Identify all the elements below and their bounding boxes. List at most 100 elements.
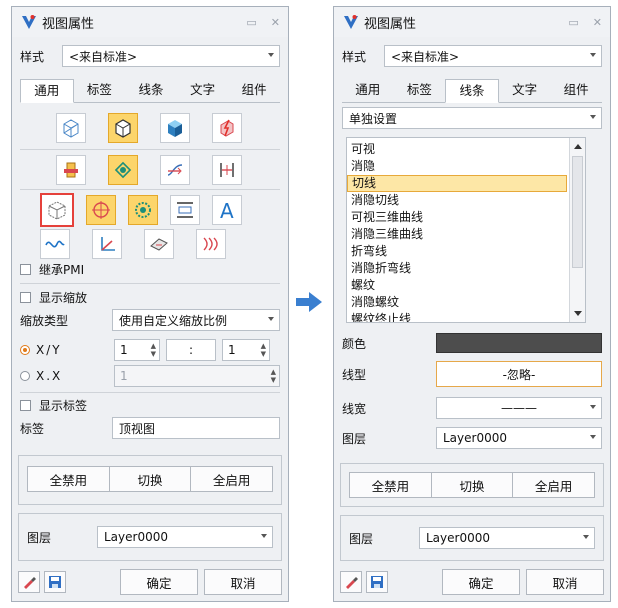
chevron-down-icon <box>261 534 267 538</box>
scroll-up-icon[interactable] <box>574 144 582 149</box>
linewidth-value: ——— <box>501 401 537 415</box>
spin-arrows-icon: ▲ ▼ <box>150 342 156 358</box>
chevron-down-icon <box>268 317 274 321</box>
show-scale-row: 显示缩放 <box>20 289 280 306</box>
cancel-button[interactable]: 取消 <box>526 569 604 595</box>
list-scrollbar[interactable] <box>569 138 585 322</box>
style-select-value: <来自标准> <box>69 49 138 64</box>
view-target-icon[interactable] <box>86 195 116 225</box>
style-select[interactable]: <来自标准> <box>384 45 602 67</box>
line-type-item[interactable]: 消隐折弯线 <box>347 260 567 277</box>
xy-radio[interactable] <box>20 345 30 355</box>
style-row: 样式 <来自标准> <box>20 45 280 67</box>
chevron-down-icon <box>590 115 596 119</box>
show-label-checkbox[interactable] <box>20 400 31 411</box>
layer-select[interactable]: Layer0000 <box>436 427 602 449</box>
layer2-select[interactable]: Layer0000 <box>419 527 595 549</box>
line-type-item[interactable]: 切线 <box>347 175 567 192</box>
scroll-down-icon[interactable] <box>574 311 582 316</box>
color-swatch[interactable] <box>436 333 602 353</box>
view-axis-icon[interactable] <box>92 229 122 259</box>
color-label: 颜色 <box>342 336 367 351</box>
view-dimension-icon[interactable] <box>212 155 242 185</box>
tab-strip: 通用 标签 线条 文字 组件 <box>20 79 280 103</box>
linetype-field[interactable]: -忽略- <box>436 361 602 387</box>
title-bar: 视图属性 ▭ ✕ <box>334 7 610 37</box>
toggle-button[interactable]: 切换 <box>109 466 192 492</box>
scale-type-value: 使用自定义缩放比例 <box>119 313 228 328</box>
view-flow-icon[interactable] <box>160 155 190 185</box>
brush-icon[interactable] <box>340 571 362 593</box>
view-hatch-icon[interactable] <box>196 229 226 259</box>
view-text-a-icon[interactable]: A <box>212 195 242 225</box>
enable-all-button[interactable]: 全启用 <box>513 472 596 498</box>
line-type-item[interactable]: 消隐三维曲线 <box>347 226 567 243</box>
restore-icon[interactable]: ▭ <box>246 16 256 29</box>
view-height-icon[interactable] <box>170 195 200 225</box>
show-scale-checkbox[interactable] <box>20 292 31 303</box>
xx-radio[interactable] <box>20 371 30 381</box>
close-icon[interactable]: ✕ <box>593 16 602 29</box>
line-type-item[interactable]: 消隐切线 <box>347 192 567 209</box>
line-type-item[interactable]: 可视 <box>347 141 567 158</box>
toggle-button[interactable]: 切换 <box>431 472 514 498</box>
tab-components[interactable]: 组件 <box>550 79 602 102</box>
xy-label: X/Y <box>36 343 62 357</box>
cancel-button[interactable]: 取消 <box>204 569 282 595</box>
restore-icon[interactable]: ▭ <box>568 16 578 29</box>
enable-all-button[interactable]: 全启用 <box>191 466 274 492</box>
scroll-thumb[interactable] <box>572 156 583 268</box>
line-type-item[interactable]: 消隐螺纹 <box>347 294 567 311</box>
label-value: 顶视图 <box>119 421 156 436</box>
tab-general[interactable]: 通用 <box>342 79 394 102</box>
view-section-icon[interactable] <box>56 155 86 185</box>
save-icon[interactable] <box>44 571 66 593</box>
line-type-item[interactable]: 可视三维曲线 <box>347 209 567 226</box>
view-rotate-icon[interactable] <box>108 155 138 185</box>
line-type-item[interactable]: 螺纹终止线 <box>347 311 567 322</box>
xy-value-2: 1 <box>228 343 236 357</box>
disable-all-button[interactable]: 全禁用 <box>349 472 432 498</box>
layer-select[interactable]: Layer0000 <box>97 526 273 548</box>
tab-components[interactable]: 组件 <box>228 79 280 102</box>
view-box-icon[interactable] <box>40 193 74 227</box>
tab-general[interactable]: 通用 <box>20 79 74 103</box>
line-type-list[interactable]: 可视 消隐 切线 消隐切线 可视三维曲线 消隐三维曲线 折弯线 消隐折弯线 螺纹 消隐螺纹 螺纹终止… <box>346 137 586 323</box>
setting-select[interactable]: 单独设置 <box>342 107 602 129</box>
inherit-pmi-checkbox[interactable] <box>20 264 31 275</box>
view-explode-icon[interactable] <box>212 113 242 143</box>
save-icon[interactable] <box>366 571 388 593</box>
layer-label: 图层 <box>27 530 52 545</box>
line-type-item[interactable]: 消隐 <box>347 158 567 175</box>
view-cube-shaded-icon[interactable] <box>108 113 138 143</box>
close-icon[interactable]: ✕ <box>271 16 280 29</box>
tab-label[interactable]: 标签 <box>394 79 446 102</box>
tab-lines[interactable]: 线条 <box>445 79 499 103</box>
tab-label[interactable]: 标签 <box>74 79 126 102</box>
view-surface-icon[interactable] <box>144 229 174 259</box>
ok-button[interactable]: 确定 <box>442 569 520 595</box>
view-gear-icon[interactable] <box>128 195 158 225</box>
xy-spinner-2[interactable]: 1 ▲ ▼ <box>222 339 270 361</box>
label-input[interactable]: 顶视图 <box>112 417 280 439</box>
view-curve-icon[interactable] <box>40 229 70 259</box>
scale-type-select[interactable]: 使用自定义缩放比例 <box>112 309 280 331</box>
xx-spinner[interactable]: 1 ▲ ▼ <box>114 365 280 387</box>
icon-row-2 <box>56 155 242 185</box>
brush-icon[interactable] <box>18 571 40 593</box>
tab-text[interactable]: 文字 <box>499 79 551 102</box>
line-type-item[interactable]: 折弯线 <box>347 243 567 260</box>
style-select[interactable]: <来自标准> <box>62 45 280 67</box>
svg-text:A: A <box>220 199 234 221</box>
tab-lines[interactable]: 线条 <box>125 79 177 102</box>
view-cube-wire-icon[interactable] <box>56 113 86 143</box>
disable-all-button[interactable]: 全禁用 <box>27 466 110 492</box>
tab-text[interactable]: 文字 <box>177 79 229 102</box>
ok-button[interactable]: 确定 <box>120 569 198 595</box>
linewidth-select[interactable]: ——— <box>436 397 602 419</box>
view-solid-icon[interactable] <box>160 113 190 143</box>
icon-row-1 <box>56 113 242 143</box>
line-type-item[interactable]: 螺纹 <box>347 277 567 294</box>
layer2-value: Layer0000 <box>426 531 490 545</box>
xy-spinner-1[interactable]: 1 ▲ ▼ <box>114 339 160 361</box>
